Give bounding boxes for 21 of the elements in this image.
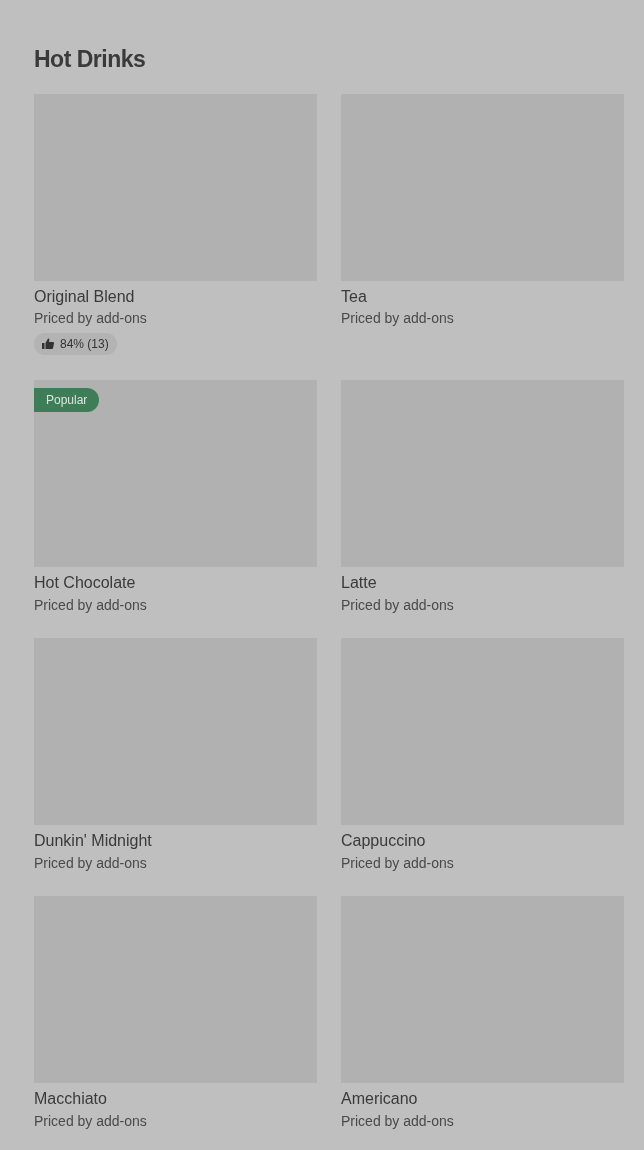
- item-name[interactable]: Cappuccino: [341, 831, 624, 852]
- item-price: Priced by add-ons: [34, 1111, 148, 1131]
- item-name[interactable]: Dunkin' Midnight: [34, 831, 317, 852]
- thumbs-up-icon: [42, 338, 54, 350]
- item-price: Priced by add-ons: [341, 595, 455, 615]
- section-heading: Hot Drinks: [34, 46, 147, 74]
- item-price: Priced by add-ons: [34, 853, 148, 873]
- item-price: Priced by add-ons: [34, 595, 148, 615]
- item-name[interactable]: Original Blend: [34, 286, 317, 308]
- image-placeholder[interactable]: Popular: [34, 380, 317, 568]
- item-name[interactable]: Americano: [341, 1089, 624, 1110]
- item-name[interactable]: Tea: [341, 286, 624, 308]
- item-price: Priced by add-ons: [341, 853, 455, 873]
- item-name[interactable]: Hot Chocolate: [34, 573, 317, 594]
- item-price: Priced by add-ons: [34, 309, 148, 328]
- popular-badge: Popular: [34, 388, 100, 413]
- item-price: Priced by add-ons: [341, 1111, 455, 1131]
- item-name[interactable]: Macchiato: [34, 1089, 317, 1110]
- item-price: Priced by add-ons: [341, 309, 455, 328]
- item-name[interactable]: Latte: [341, 573, 624, 594]
- rating-text: 84% (13): [60, 335, 109, 353]
